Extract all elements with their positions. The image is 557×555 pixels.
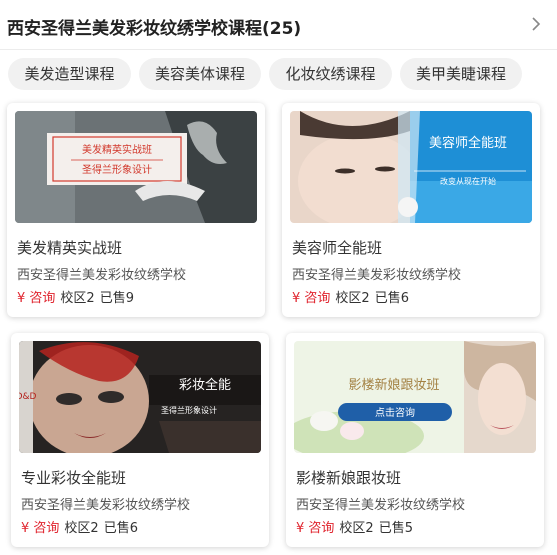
svg-text:D&D: D&D: [19, 392, 37, 402]
course-name: 影楼新娘跟妆班: [296, 469, 402, 487]
tab-hair-styling[interactable]: 美发造型课程: [8, 58, 131, 90]
course-thumbnail: D&D 彩妆全能 圣得兰形象设计: [19, 341, 261, 453]
banner-subtitle: 改变从现在开始: [440, 176, 496, 186]
campus-count: 校区2: [335, 291, 370, 306]
tab-nail-lash[interactable]: 美甲美睫课程: [400, 58, 522, 90]
course-thumbnail: 影楼新娘跟妆班 点击咨询: [294, 341, 536, 453]
school-name: 西安圣得兰美发彩妆纹绣学校: [21, 498, 191, 513]
school-name: 西安圣得兰美发彩妆纹绣学校: [296, 498, 466, 513]
price-consult[interactable]: ¥ 咨询: [292, 291, 330, 306]
campus-count: 校区2: [60, 291, 95, 306]
section-header[interactable]: 西安圣得兰美发彩妆纹绣学校课程(25): [0, 0, 557, 50]
banner-subtitle: 圣得兰形象设计: [82, 163, 152, 176]
sold-count: 已售9: [99, 291, 134, 306]
course-name: 美容师全能班: [292, 239, 383, 257]
banner-button: 点击咨询: [375, 406, 415, 419]
tab-beauty-body[interactable]: 美容美体课程: [139, 58, 261, 90]
price-consult[interactable]: ¥ 咨询: [21, 521, 59, 536]
tab-makeup-tattoo[interactable]: 化妆纹绣课程: [269, 58, 392, 90]
banner-title: 影楼新娘跟妆班: [348, 377, 439, 393]
category-tabs: 美发造型课程 美容美体课程 化妆纹绣课程 美甲美睫课程: [0, 58, 557, 94]
banner-title: 美发精英实战班: [82, 143, 152, 156]
campus-count: 校区2: [339, 521, 374, 536]
banner-subtitle: 圣得兰形象设计: [161, 405, 217, 415]
course-meta: ¥ 咨询 校区2 已售5: [296, 517, 413, 536]
sold-count: 已售6: [374, 291, 409, 306]
course-card[interactable]: 美容师全能班 改变从现在开始 美容师全能班 西安圣得兰美发彩妆纹绣学校 ¥ 咨询…: [282, 103, 540, 317]
chevron-right-icon[interactable]: [529, 14, 543, 34]
sold-count: 已售5: [378, 521, 413, 536]
course-card[interactable]: 影楼新娘跟妆班 点击咨询 影楼新娘跟妆班 西安圣得兰美发彩妆纹绣学校 ¥ 咨询校…: [286, 333, 544, 547]
course-meta: ¥ 咨询 校区2 已售9: [17, 287, 134, 306]
sold-count: 已售6: [103, 521, 138, 536]
course-meta: ¥ 咨询 校区2 已售6: [21, 517, 138, 536]
banner-title: 彩妆全能: [179, 377, 231, 393]
course-name: 专业彩妆全能班: [21, 469, 127, 487]
price-consult[interactable]: ¥ 咨询: [296, 521, 334, 536]
course-name: 美发精英实战班: [17, 239, 123, 257]
course-card[interactable]: 美发精英实战班 圣得兰形象设计 美发精英实战班 西安圣得兰美发彩妆纹绣学校 ¥ …: [7, 103, 265, 317]
course-card[interactable]: D&D 彩妆全能 圣得兰形象设计 专业彩妆全能班 西安圣得兰美发彩妆纹绣学校 ¥…: [11, 333, 269, 547]
campus-count: 校区2: [64, 521, 99, 536]
banner-title: 美容师全能班: [429, 135, 507, 151]
course-meta: ¥ 咨询 校区2 已售6: [292, 287, 409, 306]
school-name: 西安圣得兰美发彩妆纹绣学校: [17, 268, 187, 283]
school-name: 西安圣得兰美发彩妆纹绣学校: [292, 268, 462, 283]
course-thumbnail: 美容师全能班 改变从现在开始: [290, 111, 532, 223]
price-consult[interactable]: ¥ 咨询: [17, 291, 55, 306]
course-thumbnail: 美发精英实战班 圣得兰形象设计: [15, 111, 257, 223]
page-title: 西安圣得兰美发彩妆纹绣学校课程(25): [7, 19, 302, 39]
